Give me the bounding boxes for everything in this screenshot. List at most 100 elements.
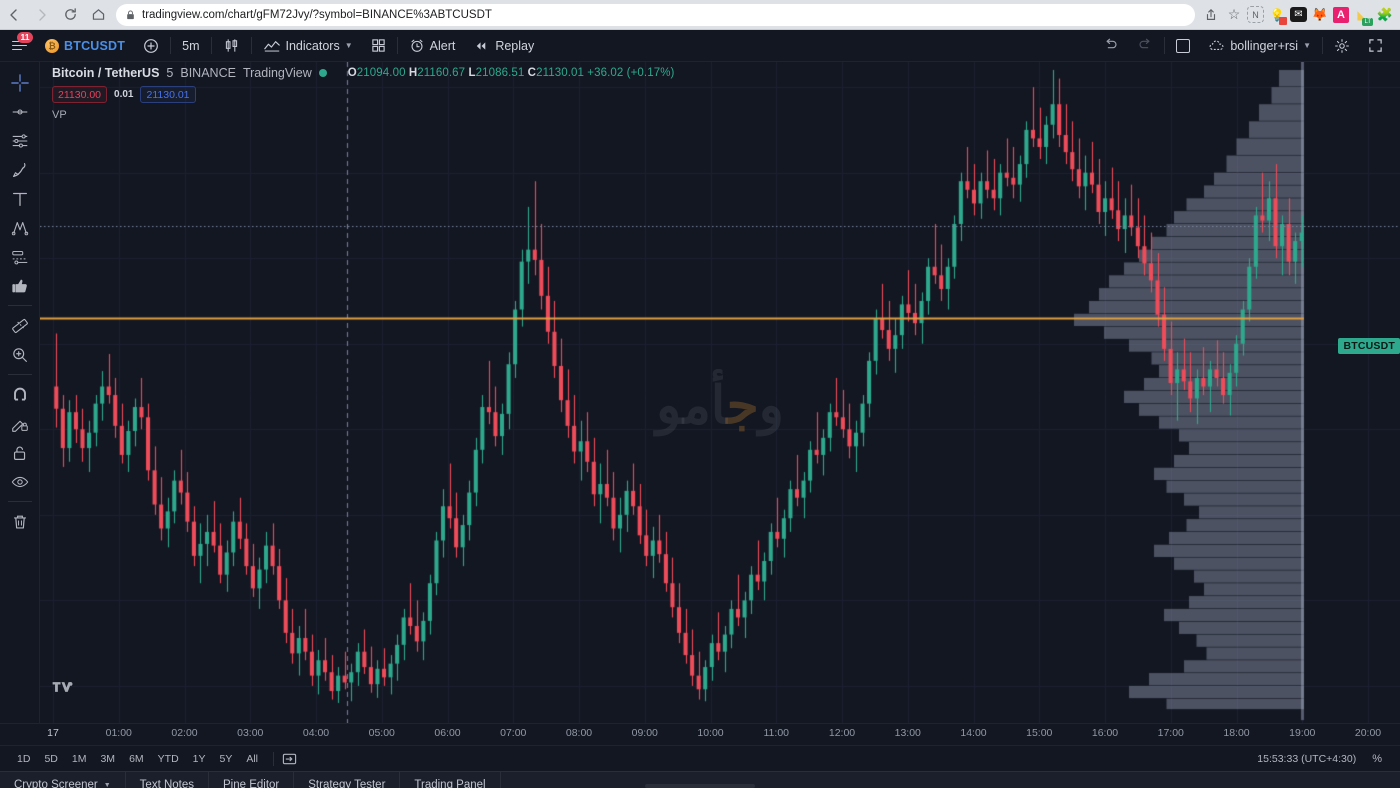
- replay-icon: [477, 41, 486, 50]
- symbol-label: BTCUSDT: [64, 38, 126, 53]
- time-axis-label: 17: [47, 727, 59, 739]
- indicators-button[interactable]: Indicators ▼: [254, 30, 362, 61]
- interval-button[interactable]: 5m: [173, 30, 208, 61]
- chart-type-button[interactable]: [214, 30, 249, 61]
- drawing-mode-tool[interactable]: [3, 409, 37, 438]
- bottom-tab-strategy-tester[interactable]: Strategy Tester: [294, 772, 401, 788]
- divider: [170, 37, 172, 54]
- text-tool[interactable]: [3, 184, 37, 213]
- magnet-tool[interactable]: [3, 380, 37, 409]
- timeframe-1y[interactable]: 1Y: [186, 751, 213, 767]
- timeframe-5y[interactable]: 5Y: [213, 751, 240, 767]
- mail-ext-icon[interactable]: ✉: [1290, 7, 1307, 22]
- back-arrow-icon[interactable]: [0, 1, 28, 29]
- forecast-tool[interactable]: [3, 242, 37, 271]
- brush-tool[interactable]: [3, 155, 37, 184]
- zoom-in-tool[interactable]: [3, 340, 37, 369]
- browser-toolbar: tradingview.com/chart/gFM72Jvy/?symbol=B…: [0, 0, 1400, 30]
- time-axis-label: 05:00: [368, 727, 395, 739]
- forward-arrow-icon[interactable]: [28, 1, 56, 29]
- alarm-clock-icon: [411, 39, 423, 52]
- trend-line-tool[interactable]: [3, 97, 37, 126]
- url-text: tradingview.com/chart/gFM72Jvy/?symbol=B…: [142, 8, 492, 21]
- lock-icon: [127, 9, 134, 19]
- timeframe-all[interactable]: All: [239, 751, 265, 767]
- main-menu-button[interactable]: 11: [0, 30, 36, 61]
- time-axis-label: 06:00: [434, 727, 461, 739]
- timeframe-5d[interactable]: 5D: [37, 751, 64, 767]
- tradingview-logo-icon: [52, 682, 73, 692]
- time-axis-label: 10:00: [697, 727, 724, 739]
- divider: [7, 374, 32, 375]
- bottom-tab-pine-editor[interactable]: Pine Editor: [209, 772, 295, 788]
- timeframe-1d[interactable]: 1D: [10, 751, 37, 767]
- patterns-tool[interactable]: [3, 213, 37, 242]
- adblock-ext-icon[interactable]: A: [1333, 6, 1349, 23]
- bottom-tab-trading-panel[interactable]: Trading Panel: [400, 772, 501, 788]
- grid-icon: [371, 39, 385, 52]
- templates-button[interactable]: [362, 30, 395, 61]
- share-icon[interactable]: [1201, 5, 1221, 25]
- add-symbol-button[interactable]: [134, 30, 168, 61]
- address-bar[interactable]: tradingview.com/chart/gFM72Jvy/?symbol=B…: [116, 3, 1195, 26]
- symbol-search-button[interactable]: ₿ BTCUSDT: [36, 30, 134, 61]
- star-icon[interactable]: ☆: [1224, 5, 1244, 25]
- interval-label: 5m: [182, 38, 200, 53]
- bottom-tab-crypto-screener[interactable]: Crypto Screener ▼: [0, 772, 126, 788]
- resize-handle[interactable]: [645, 784, 755, 788]
- timeframe-6m[interactable]: 6M: [122, 751, 151, 767]
- replay-button[interactable]: Replay: [464, 30, 543, 61]
- cross-cursor-tool[interactable]: [3, 68, 37, 97]
- time-axis-label: 12:00: [828, 727, 856, 739]
- time-axis-label: 09:00: [631, 727, 658, 739]
- divider: [250, 37, 252, 54]
- languagetool-ext-icon[interactable]: ◣ LT: [1352, 5, 1373, 26]
- puzzle-ext-icon[interactable]: 🧩: [1375, 5, 1395, 25]
- chevron-down-icon[interactable]: ▼: [1303, 41, 1311, 50]
- candlestick-chart-canvas[interactable]: [40, 62, 1400, 723]
- bitcoin-icon: ₿: [45, 38, 59, 53]
- timeframe-1m[interactable]: 1M: [65, 751, 94, 767]
- fullscreen-button[interactable]: [1359, 30, 1392, 61]
- time-axis-label: 07:00: [500, 727, 527, 739]
- date-range-icon[interactable]: [282, 752, 297, 766]
- undo-button[interactable]: [1094, 37, 1128, 54]
- measure-tool[interactable]: [3, 311, 37, 340]
- hide-drawings-tool[interactable]: [3, 467, 37, 496]
- timeframe-ytd[interactable]: YTD: [151, 751, 186, 767]
- browser-extensions-area: ☆ N 💡 ✉ 🦊 A ◣ LT 🧩: [1201, 5, 1400, 26]
- lightbulb-ext-icon[interactable]: 💡: [1267, 5, 1287, 25]
- lock-drawings-tool[interactable]: [3, 438, 37, 467]
- alert-button[interactable]: Alert: [400, 30, 465, 61]
- settings-button[interactable]: [1325, 30, 1359, 61]
- chart-clock[interactable]: 15:53:33 (UTC+4:30): [1257, 753, 1356, 765]
- bottom-tab-label: Pine Editor: [223, 779, 280, 788]
- tradingview-toolbar: 11 ₿ BTCUSDT 5m Indicators ▼ Alert Repla…: [0, 30, 1400, 62]
- bottom-tab-text-notes[interactable]: Text Notes: [126, 772, 209, 788]
- home-icon[interactable]: [84, 1, 112, 29]
- drawing-toolbar: [0, 62, 40, 723]
- replay-label: Replay: [495, 38, 535, 53]
- redo-button[interactable]: [1128, 37, 1162, 54]
- emoji-thumb-tool[interactable]: [3, 271, 37, 300]
- indicators-label: Indicators: [285, 38, 340, 53]
- bottom-tab-label: Trading Panel: [414, 779, 486, 788]
- time-axis-label: 11:00: [763, 727, 790, 739]
- chevron-down-icon[interactable]: ▼: [345, 41, 353, 50]
- horizontal-lines-tool[interactable]: [3, 126, 37, 155]
- time-axis-label: 17:00: [1157, 727, 1184, 739]
- chart-pane[interactable]: وجأمو Bitcoin / TetherUS 5 BINANCE Tradi…: [40, 62, 1400, 723]
- percent-scale-toggle[interactable]: %: [1372, 753, 1386, 765]
- remove-drawings-tool[interactable]: [3, 507, 37, 536]
- timeframe-3m[interactable]: 3M: [93, 751, 122, 767]
- notion-ext-icon[interactable]: N: [1247, 6, 1264, 23]
- bottom-tab-label: Crypto Screener: [14, 779, 98, 788]
- time-axis-label: 02:00: [171, 727, 198, 739]
- template-selector[interactable]: bollinger+rsi ▼: [1199, 30, 1320, 61]
- reload-icon[interactable]: [56, 1, 84, 29]
- chevron-down-icon[interactable]: ▼: [104, 782, 111, 788]
- divider: [7, 305, 32, 306]
- firefox-ext-icon[interactable]: 🦊: [1310, 5, 1330, 25]
- time-axis[interactable]: 17 01:00 02:00 03:00 04:00 05:00 06:00 07:00 08:…: [0, 723, 1400, 745]
- layout-button[interactable]: [1167, 30, 1199, 61]
